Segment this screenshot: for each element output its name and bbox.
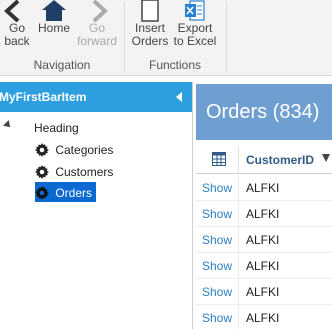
view-title: Orders (834) [206, 101, 320, 123]
tree-item-label: Categories [55, 142, 114, 157]
back-arrow-icon [4, 0, 20, 22]
show-link[interactable]: Show [202, 201, 232, 227]
home-label: Home [37, 21, 70, 35]
tree-heading[interactable]: Heading [34, 117, 79, 137]
collapse-arrow-icon[interactable] [176, 92, 182, 102]
column-divider [238, 305, 239, 329]
gear-icon [35, 142, 49, 157]
table-icon[interactable] [212, 152, 226, 166]
export-excel-label: Export to Excel [173, 21, 217, 48]
customer-id-cell: ALFKI [246, 311, 280, 325]
view-title-bar: Orders (834) [196, 84, 332, 140]
column-divider [238, 253, 239, 279]
customer-id-cell: ALFKI [246, 259, 280, 273]
tree-item-orders[interactable]: Orders [35, 182, 97, 202]
home-button[interactable]: Home [35, 0, 73, 35]
go-forward-button[interactable]: Go forward [76, 0, 118, 48]
table-row: Show ALFKI [196, 253, 332, 279]
insert-orders-label: Insert Orders [131, 21, 169, 48]
show-link[interactable]: Show [202, 305, 232, 329]
home-icon [42, 0, 66, 21]
show-link[interactable]: Show [202, 227, 232, 253]
show-link[interactable]: Show [202, 175, 232, 201]
filter-icon[interactable] [322, 154, 330, 162]
table-row: Show ALFKI [196, 201, 332, 227]
gear-icon [35, 185, 49, 200]
ribbon: Go back Home Go forward Navigation Inser… [0, 0, 332, 76]
column-header-customerid[interactable]: CustomerID [246, 153, 314, 167]
table-row: Show ALFKI [196, 175, 332, 201]
show-link[interactable]: Show [202, 253, 232, 279]
go-forward-label: Go forward [76, 21, 117, 48]
column-divider [238, 279, 239, 305]
tree-item-categories[interactable]: Categories [35, 139, 113, 159]
customer-id-cell: ALFKI [246, 285, 280, 299]
insert-orders-button[interactable]: Insert Orders [130, 0, 170, 48]
excel-icon [185, 0, 205, 21]
forward-arrow-icon [92, 0, 108, 22]
functions-group-label: Functions [148, 58, 202, 72]
navigation-group-label: Navigation [33, 58, 91, 72]
table-row: Show ALFKI [196, 227, 332, 253]
tree-heading-label: Heading [34, 120, 79, 135]
customer-id-cell: ALFKI [246, 181, 280, 195]
grid-header: CustomerID [196, 146, 332, 174]
customer-id-cell: ALFKI [246, 207, 280, 221]
nav-bar-title: MyFirstBarItem [0, 90, 87, 104]
tree-expander-icon[interactable] [3, 120, 13, 130]
tree-item-label: Orders [55, 185, 93, 200]
tree-item-label: Customers [55, 164, 114, 179]
table-row: Show ALFKI [196, 305, 332, 329]
column-divider [238, 146, 239, 174]
nav-bar-header: MyFirstBarItem [0, 82, 192, 112]
column-divider [238, 201, 239, 227]
ribbon-separator [226, 2, 227, 72]
ribbon-separator [124, 2, 125, 72]
customer-id-cell: ALFKI [246, 233, 280, 247]
table-row: Show ALFKI [196, 279, 332, 305]
go-back-label: Go back [4, 21, 30, 48]
go-back-button[interactable]: Go back [3, 0, 31, 48]
column-divider [238, 175, 239, 201]
export-excel-button[interactable]: Export to Excel [172, 0, 218, 48]
show-link[interactable]: Show [202, 279, 232, 305]
gear-icon [35, 164, 49, 179]
pane-splitter[interactable] [192, 82, 193, 329]
column-divider [238, 227, 239, 253]
insert-document-icon [141, 0, 159, 22]
tree-item-customers[interactable]: Customers [35, 161, 113, 181]
